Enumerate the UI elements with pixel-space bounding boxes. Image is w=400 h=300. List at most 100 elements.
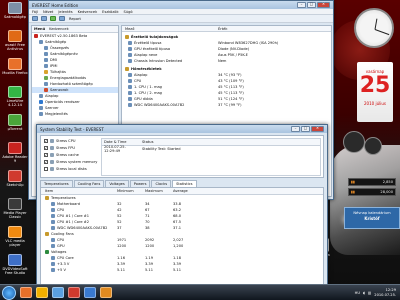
cpu-meter-gadget[interactable] (343, 131, 365, 153)
desktop-icon[interactable]: DVDVideoSoft Free Studio (2, 254, 28, 276)
desktop-icon[interactable]: Számológép (2, 2, 28, 19)
checked-icon[interactable]: ✓ (44, 139, 48, 143)
report-icon[interactable] (59, 16, 65, 21)
tab-voltages[interactable]: Voltages (105, 180, 129, 187)
desktop-icon[interactable]: Adobe Reader 9 (2, 142, 28, 164)
stress-checkbox[interactable]: ✓ Stress CPU (44, 139, 76, 143)
close-button[interactable]: ✕ (311, 126, 324, 132)
menu-item[interactable]: Súgó (124, 10, 133, 14)
stress-checkbox[interactable]: ✓ Stress system memory (44, 160, 97, 164)
desktop-icon[interactable]: Mozilla Firefox (2, 58, 28, 75)
nameday-gadget[interactable]: Névnap kalendárium Kristóf (344, 207, 400, 229)
title-bar[interactable]: EVEREST Home Edition – □ ✕ (29, 1, 333, 9)
taskbar-app-icon[interactable] (100, 287, 112, 298)
start-button[interactable] (2, 285, 16, 300)
stat-avg: 63.2 (173, 208, 182, 212)
checked-icon[interactable]: ✓ (44, 160, 48, 164)
property-row[interactable]: WDC WD6400AAKS-00A7B2 37 °C (99 °F) (122, 102, 331, 108)
checked-icon[interactable]: ✓ (44, 146, 48, 150)
network-icon[interactable]: ▥ (368, 291, 371, 295)
property-label: GPU dióda (134, 97, 153, 101)
taskbar-app-icon[interactable] (68, 287, 80, 298)
log-col-time[interactable]: Date & Time (102, 140, 142, 144)
desktop-icon[interactable]: LimeWire 4.12.14 (2, 86, 28, 108)
language-indicator[interactable]: HU (355, 291, 360, 295)
maximize-button[interactable]: □ (301, 126, 310, 132)
taskbar-app-icon[interactable] (84, 287, 96, 298)
window-title: EVEREST Home Edition (32, 2, 79, 8)
log-row[interactable]: 2010.07.25. 12:29:49 Stability Test: Sta… (102, 145, 320, 153)
stress-checkbox[interactable]: ✓ Stress cache (44, 153, 79, 157)
title-bar[interactable]: System Stability Test - EVEREST – □ ✕ (37, 125, 327, 133)
maximize-button[interactable]: □ (307, 2, 316, 8)
taskbar-app-icon[interactable] (20, 287, 32, 298)
desktop-icon[interactable]: avast! Free Antivirus (2, 30, 28, 52)
menu-item[interactable]: Nézet (43, 10, 53, 14)
forward-icon[interactable] (41, 16, 47, 21)
tab-favorites[interactable]: Kedvencek (49, 27, 69, 31)
tab-clocks[interactable]: Clocks (151, 180, 172, 187)
stat-min: 52 (117, 214, 122, 218)
calendar-gadget[interactable]: vasárnap 25 2010 július (357, 62, 393, 122)
stat-item-label: Motherboard (57, 202, 81, 206)
desktop-icon[interactable]: Media Player Classic (2, 198, 28, 220)
menu-item[interactable]: Kedvencek (78, 10, 98, 14)
tab-temperatures[interactable]: Temperatures (40, 180, 73, 187)
property-row[interactable]: Chassis Intrusion Detected Nem (122, 58, 331, 64)
taskbar-app-icon[interactable] (36, 287, 48, 298)
sensor-icon (51, 256, 55, 260)
tab-menu[interactable]: Menü (34, 27, 45, 31)
property-name: Érzékelő típusa (122, 41, 218, 45)
col-minimum[interactable]: Minimum (117, 189, 145, 193)
col-maximum[interactable]: Maximum (145, 189, 173, 193)
stat-item-label: Temperatures (51, 196, 76, 200)
stat-avg: 5.11 (173, 268, 182, 272)
col-average[interactable]: Average (173, 189, 201, 193)
desktop-icon[interactable]: VLC media player (2, 226, 28, 248)
statistics-row[interactable]: +5 V 5.11 5.11 5.11 (41, 267, 323, 273)
stat-item-label: GPU (57, 244, 65, 248)
report-button[interactable]: Report (69, 17, 81, 21)
tab-cooling-fans[interactable]: Cooling Fans (73, 180, 105, 187)
tree-item[interactable]: Megjelenítés (32, 111, 118, 117)
stress-checkbox[interactable]: Stress local disks (44, 167, 87, 171)
close-button[interactable]: ✕ (317, 2, 330, 8)
refresh-icon[interactable] (50, 16, 56, 21)
stat-min: 5.11 (117, 268, 126, 272)
property-value: 43 °C (109 °F) (218, 79, 244, 83)
minimize-button[interactable]: – (291, 126, 300, 132)
property-name: GPU érzékelő típusa (122, 47, 218, 51)
desktop-icon[interactable]: µTorrent (2, 114, 28, 131)
checked-icon[interactable]: ✓ (44, 153, 48, 157)
memory-meter-gadget[interactable] (364, 137, 382, 155)
app-icon (8, 114, 22, 126)
stat-max: 2092 (145, 238, 155, 242)
menu-item[interactable]: Fájl (32, 10, 38, 14)
column-field[interactable]: Mező (122, 27, 218, 31)
taskbar-app-icon[interactable] (52, 287, 64, 298)
desktop-icon-label: SketchUp (6, 183, 24, 187)
statistics-header: Item Minimum Maximum Average (41, 188, 323, 195)
stability-test-window: System Stability Test - EVEREST – □ ✕ ✓ S… (36, 124, 328, 300)
menu-item[interactable]: Eszközök (102, 10, 118, 14)
stat-item: Cooling Fans (41, 232, 117, 236)
sensor-icon (125, 34, 129, 39)
clock-gadget[interactable] (354, 8, 394, 48)
unchecked-icon[interactable] (44, 167, 48, 171)
tab-statistics[interactable]: Statistics (172, 180, 197, 187)
column-value[interactable]: Érték (218, 27, 227, 31)
log-col-status[interactable]: Status (142, 140, 153, 144)
stat-item: +3.3 V (41, 262, 117, 266)
volume-icon[interactable]: ◖ (363, 291, 365, 295)
tab-powers[interactable]: Powers (129, 180, 151, 187)
desktop-icon[interactable]: SketchUp (2, 170, 28, 187)
stat-item-label: CPU #1 / Core #2 (57, 220, 89, 224)
menu-item[interactable]: Jelentés (58, 10, 72, 14)
clock[interactable]: 12:29 2010.07.25. (374, 288, 396, 297)
stress-checkbox[interactable]: ✓ Stress FPU (44, 146, 75, 150)
minimize-button[interactable]: – (297, 2, 306, 8)
col-item[interactable]: Item (41, 189, 117, 193)
stat-item-label: Voltages (51, 250, 67, 254)
back-icon[interactable] (32, 16, 38, 21)
property-value: 51 °C (124 °F) (218, 97, 244, 101)
